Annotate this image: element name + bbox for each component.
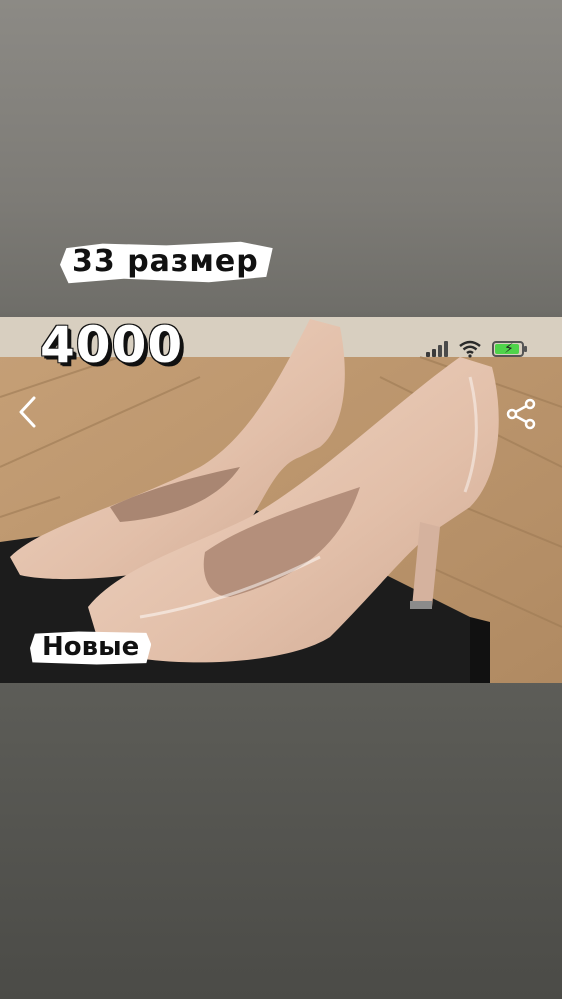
condition-sticker: Новые [30,631,152,665]
status-icons: ⚡ [426,340,527,358]
share-button[interactable] [506,398,538,430]
size-sticker: 33 размер [60,241,273,284]
share-icon [506,398,536,430]
story-screen: 33 размер 4000 Новые ⚡ [0,0,562,999]
back-button[interactable] [14,394,42,430]
chevron-left-icon [19,396,36,428]
battery-charging-icon: ⚡ [492,341,527,357]
wifi-icon [459,340,481,358]
cellular-signal-icon [426,341,448,357]
price-sticker: 4000 [40,316,184,374]
